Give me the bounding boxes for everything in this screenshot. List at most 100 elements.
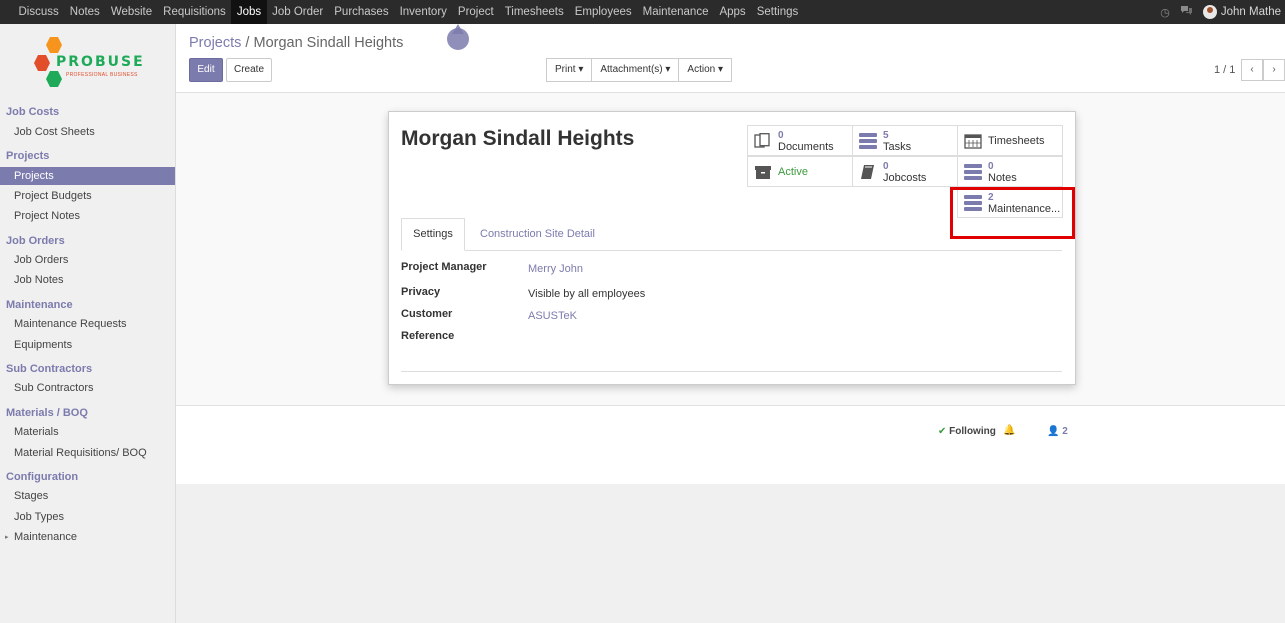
attachments-dropdown[interactable]: Attachment(s) ▾ [591, 58, 680, 82]
breadcrumb: Projects / Morgan Sindall Heights [189, 35, 403, 51]
sidebar-item-material-requisitions[interactable]: Material Requisitions/ BOQ [0, 444, 175, 462]
breadcrumb-projects[interactable]: Projects [189, 35, 241, 51]
section-configuration: Configuration [6, 471, 79, 483]
tab-settings[interactable]: Settings [401, 218, 465, 251]
tasks-label: Tasks [883, 141, 912, 153]
menu-employees[interactable]: Employees [569, 0, 637, 24]
timesheets-smart-button[interactable]: Timesheets [957, 125, 1063, 156]
lower-background [176, 484, 1285, 623]
menu-job-order[interactable]: Job Order [267, 0, 329, 24]
logo-brand: PROBUSE [56, 54, 145, 70]
menu-apps[interactable]: Apps [714, 0, 751, 24]
documents-smart-button[interactable]: 0 Documents [747, 125, 853, 156]
breadcrumb-current: Morgan Sindall Heights [253, 35, 404, 51]
privacy-label: Privacy [401, 286, 441, 298]
section-sub-contractors: Sub Contractors [6, 363, 93, 375]
sidebar-item-project-notes[interactable]: Project Notes [0, 207, 175, 225]
sidebar-item-stages[interactable]: Stages [0, 487, 175, 505]
documents-icon [754, 133, 772, 149]
logo-tagline: PROFESSIONAL BUSINESS [66, 72, 138, 78]
active-toggle-button[interactable]: Active [747, 156, 853, 187]
pager-previous-button[interactable]: ‹ [1241, 59, 1263, 81]
check-icon: ✔ [938, 426, 947, 437]
user-icon: 👤 [1047, 426, 1060, 437]
sidebar-item-equipments[interactable]: Equipments [0, 336, 175, 354]
pager-value[interactable]: 1 / 1 [1214, 64, 1235, 76]
record-title: Morgan Sindall Heights [401, 127, 635, 150]
jobcosts-smart-button[interactable]: 0 Jobcosts [852, 156, 958, 187]
user-menu[interactable]: John Mathe [1202, 5, 1281, 19]
form-separator [401, 371, 1062, 372]
action-dropdown[interactable]: Action ▾ [678, 58, 732, 82]
project-manager-label: Project Manager [401, 261, 487, 273]
menu-settings[interactable]: Settings [751, 0, 804, 24]
activity-clock-icon[interactable]: ◷ [1160, 6, 1170, 19]
menu-maintenance[interactable]: Maintenance [637, 0, 714, 24]
highlight-box [950, 187, 1075, 239]
user-name: John Mathe [1220, 6, 1281, 18]
main-menu: Discuss Notes Website Requisitions Jobs … [0, 0, 804, 24]
menu-website[interactable]: Website [105, 0, 157, 24]
timesheets-label: Timesheets [988, 135, 1045, 147]
logo-hex-orange [46, 37, 62, 53]
menu-inventory[interactable]: Inventory [394, 0, 452, 24]
create-button[interactable]: Create [226, 58, 272, 82]
logo-hex-green [46, 71, 62, 87]
jobcosts-count: 0 [883, 161, 889, 172]
pager-next-button[interactable]: › [1263, 59, 1285, 81]
section-projects: Projects [6, 150, 50, 162]
edit-button[interactable]: Edit [189, 58, 223, 82]
privacy-value: Visible by all employees [528, 288, 646, 300]
avatar [1202, 5, 1217, 19]
section-maintenance: Maintenance [6, 299, 73, 311]
sidebar-item-job-cost-sheets[interactable]: Job Cost Sheets [0, 123, 175, 141]
bell-icon[interactable]: 🔔 [1003, 425, 1015, 436]
sidebar-item-project-budgets[interactable]: Project Budgets [0, 187, 175, 205]
notes-count: 0 [988, 161, 994, 172]
systray: ◷ John Mathe [1160, 0, 1285, 24]
company-logo[interactable]: PROBUSE PROFESSIONAL BUSINESS [34, 37, 146, 89]
customer-value[interactable]: ASUSTeK [528, 310, 577, 322]
breadcrumb-separator: / [245, 35, 250, 51]
tasks-tasks-icon [859, 133, 877, 149]
tab-construction-site-detail[interactable]: Construction Site Detail [480, 228, 595, 240]
menu-discuss[interactable]: Discuss [13, 0, 64, 24]
menu-timesheets[interactable]: Timesheets [499, 0, 569, 24]
print-dropdown[interactable]: Print ▾ [546, 58, 593, 82]
notes-tasks-icon [964, 164, 982, 180]
tasks-smart-button[interactable]: 5 Tasks [852, 125, 958, 156]
menu-requisitions[interactable]: Requisitions [158, 0, 232, 24]
menu-project[interactable]: Project [452, 0, 499, 24]
sidebar-item-job-types[interactable]: Job Types [0, 508, 175, 526]
notes-smart-button[interactable]: 0 Notes [957, 156, 1063, 187]
menu-notes[interactable]: Notes [64, 0, 105, 24]
menu-jobs[interactable]: Jobs [231, 0, 267, 24]
section-materials: Materials / BOQ [6, 407, 88, 419]
section-job-costs: Job Costs [6, 106, 60, 118]
sidebar-item-sub-contractors[interactable]: Sub Contractors [0, 379, 175, 397]
archive-icon [754, 164, 772, 180]
notes-label: Notes [988, 172, 1017, 184]
notebook-tabs-border [401, 250, 1062, 251]
sidebar-item-materials[interactable]: Materials [0, 423, 175, 441]
top-navbar: Discuss Notes Website Requisitions Jobs … [0, 0, 1285, 24]
documents-label: Documents [778, 141, 834, 153]
chatter [176, 407, 1285, 484]
project-manager-value[interactable]: Merry John [528, 263, 583, 275]
documents-count: 0 [778, 130, 784, 141]
calendar-icon [964, 133, 982, 149]
sidebar-item-config-maintenance[interactable]: Maintenance [0, 528, 175, 546]
sidebar-item-maintenance-requests[interactable]: Maintenance Requests [0, 315, 175, 333]
logo-hex-red [34, 55, 50, 71]
book-icon [859, 164, 877, 180]
followers-button[interactable]: 👤 2 [1047, 426, 1068, 437]
reference-label: Reference [401, 330, 455, 342]
menu-purchases[interactable]: Purchases [329, 0, 394, 24]
sidebar-item-job-notes[interactable]: Job Notes [0, 271, 175, 289]
chat-bubbles-icon[interactable] [1180, 5, 1193, 19]
follow-button[interactable]: ✔ Following [938, 426, 996, 437]
sidebar-item-projects[interactable]: Projects [0, 167, 175, 185]
sidebar-item-job-orders[interactable]: Job Orders [0, 251, 175, 269]
tasks-count: 5 [883, 130, 889, 141]
cursor-drop-indicator [447, 26, 469, 50]
